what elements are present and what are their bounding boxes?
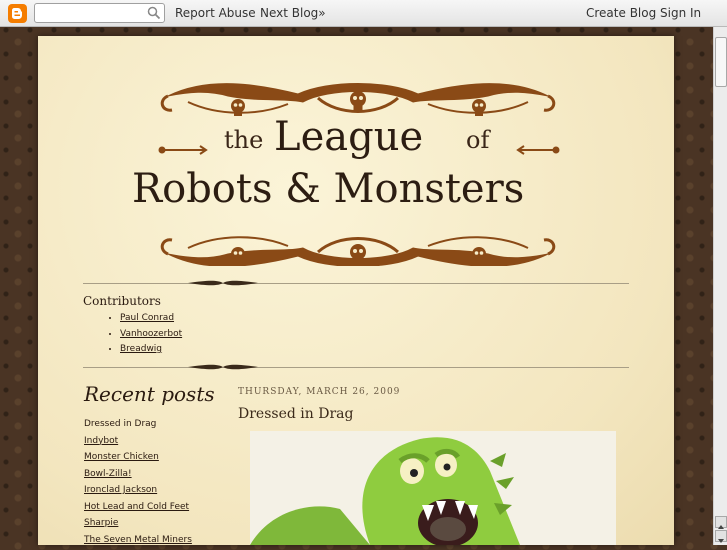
recent-post-link[interactable]: Sharpie [84,515,192,532]
header-title-main: Robots & Monsters [132,166,525,212]
contributor-link[interactable]: Paul Conrad [120,313,174,323]
contributors-heading: Contributors [83,294,161,308]
monster-illustration [250,437,520,545]
divider-ornament [188,364,258,370]
recent-post-link[interactable]: Monster Chicken [84,449,192,466]
sign-in-link[interactable]: Sign In [660,6,701,20]
divider [83,283,629,284]
scroll-up-button[interactable] [715,516,727,529]
post-date: THURSDAY, MARCH 26, 2009 [238,387,401,397]
scroll-down-button[interactable] [715,530,727,543]
report-abuse-link[interactable]: Report Abuse [175,6,256,20]
recent-post-link[interactable]: Ironclad Jackson [84,482,192,499]
recent-posts-heading: Recent posts [84,382,215,406]
recent-post-link[interactable]: The Seven Metal Miners [84,532,192,549]
post-image[interactable] [250,431,616,545]
post-title[interactable]: Dressed in Drag [238,406,353,422]
blogger-logo-icon[interactable] [8,4,27,23]
header-title-league: League [274,114,424,160]
search-input[interactable] [34,3,165,23]
contributor-link[interactable]: Breadwig [120,344,162,354]
recent-post-link[interactable]: Hot Lead and Cold Feet [84,499,192,516]
header-title-the: the [224,126,264,154]
divider [83,367,629,368]
recent-post-item[interactable]: Dressed in Drag [84,416,192,433]
scrollbar-thumb[interactable] [715,37,727,87]
list-item: Vanhoozerbot [120,327,182,343]
vertical-scrollbar[interactable] [713,27,727,545]
search-icon[interactable] [147,6,161,20]
list-item: Paul Conrad [120,311,182,327]
contributor-link[interactable]: Vanhoozerbot [120,329,182,339]
next-blog-link[interactable]: Next Blog» [260,6,326,20]
blogger-navbar: Report Abuse Next Blog» Create Blog Sign… [0,0,727,27]
create-blog-link[interactable]: Create Blog [586,6,656,20]
blog-page: the League of Robots & Monsters Contribu… [38,36,674,545]
divider-ornament [188,280,258,286]
recent-post-link[interactable]: Bowl-Zilla! [84,466,192,483]
header-title-of: of [466,126,490,154]
list-item: Breadwig [120,342,182,358]
recent-post-link[interactable]: Indybot [84,433,192,450]
contributors-list: Paul Conrad Vanhoozerbot Breadwig [106,311,182,358]
recent-posts-list: Dressed in Drag Indybot Monster Chicken … [84,416,192,548]
